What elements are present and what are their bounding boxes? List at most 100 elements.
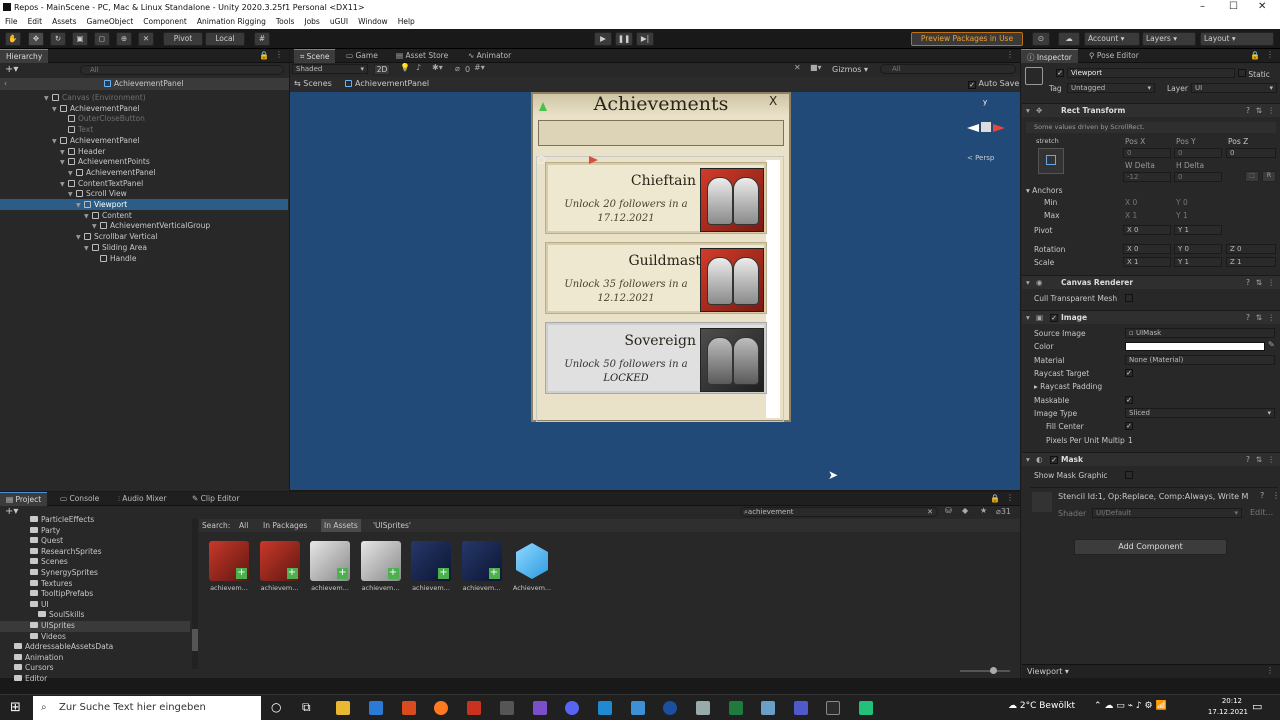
back-arrow-icon[interactable]: ‹ (4, 78, 7, 90)
hdelta-field[interactable]: 0 (1174, 172, 1222, 182)
file-explorer-icon[interactable] (336, 701, 350, 715)
image-header[interactable]: ▾ ▣ ✓ Image ? ⇅ ⋮ (1022, 310, 1280, 324)
folder-tree-scrollbar[interactable] (192, 519, 198, 669)
presets-icon[interactable]: ⇅ (1256, 276, 1262, 290)
presets-icon[interactable]: ⇅ (1256, 453, 1262, 467)
scene-search-input[interactable]: All (880, 64, 1016, 74)
close-icon[interactable]: ✕ (1258, 1, 1266, 12)
posx-field[interactable]: 0 (1123, 148, 1171, 158)
menu-window[interactable]: Window (353, 15, 393, 29)
achievement-panel[interactable]: Achievements X Chieftain Unlock 20 follo… (531, 92, 791, 422)
component-menu-icon[interactable]: ⋮ (1268, 453, 1276, 467)
scene-menu-icon[interactable]: ⋮ (1006, 50, 1014, 59)
footer-menu-icon[interactable]: ⋮ (1266, 666, 1274, 675)
custom-tool-icon[interactable]: ✕ (138, 32, 154, 46)
hierarchy-row[interactable]: ▼ Scroll View (0, 188, 288, 199)
component-menu-icon[interactable]: ⋮ (1268, 311, 1276, 325)
clock-date[interactable]: 17.12.2021 (1200, 708, 1248, 716)
hierarchy-row[interactable]: ▼ AchievementPanel (0, 167, 288, 178)
layout-dropdown[interactable]: Layout ▾ (1200, 32, 1274, 46)
wdelta-field[interactable]: -12 (1123, 172, 1171, 182)
inspector-lock-icon[interactable]: 🔒 (1250, 51, 1260, 60)
menu-ugui[interactable]: uGUI (325, 15, 353, 29)
hierarchy-row[interactable]: ▼ AchievementVerticalGroup (0, 220, 288, 231)
help-icon[interactable]: ? (1246, 453, 1250, 467)
rect-transform-header[interactable]: ▾ ✥ Rect Transform ? ⇅ ⋮ (1022, 103, 1280, 117)
project-folder-row[interactable]: UI (0, 600, 190, 611)
auto-save-toggle[interactable]: ✓ Auto Save (968, 79, 1019, 89)
static-checkbox[interactable] (1238, 69, 1246, 77)
scrollbar-vertical[interactable] (766, 160, 780, 418)
filter-all[interactable]: All (239, 519, 248, 532)
foldout-arrow-icon[interactable]: ▾ (1026, 311, 1030, 325)
hierarchy-row[interactable]: ▼ Header (0, 146, 288, 157)
foldout-arrow-icon[interactable]: ▾ (1026, 276, 1030, 290)
office-icon[interactable] (402, 701, 416, 715)
auto-save-checkbox[interactable]: ✓ (968, 81, 976, 89)
mask-header[interactable]: ▾ ◐ ✓ Mask ? ⇅ ⋮ (1022, 452, 1280, 466)
source-image-field[interactable]: ▫ UIMask (1125, 328, 1275, 338)
project-folder-row[interactable]: Animation (0, 653, 190, 664)
persp-label[interactable]: < Persp (967, 154, 994, 162)
audio-icon[interactable]: ♪ (416, 63, 421, 72)
camera-icon[interactable]: ■▾ (810, 63, 822, 72)
hierarchy-search-input[interactable]: All (80, 65, 284, 75)
inspector-menu-icon[interactable]: ⋮ (1266, 50, 1274, 59)
scene-view[interactable]: Achievements X Chieftain Unlock 20 follo… (290, 92, 1020, 490)
pause-button-icon[interactable]: ❚❚ (615, 32, 633, 46)
asset-item[interactable]: + achievem... (207, 541, 251, 597)
scale-y-field[interactable]: Y 1 (1174, 257, 1222, 267)
panel-menu-icon[interactable]: ⋮ (275, 50, 283, 59)
tab-inspector[interactable]: ⓘ Inspector (1021, 49, 1078, 63)
image-type-dropdown[interactable]: Sliced ▾ (1125, 408, 1275, 418)
hierarchy-row[interactable]: ▼ AchievementPanel (0, 103, 288, 114)
teams-icon[interactable] (794, 701, 808, 715)
ppu-value[interactable]: 1 (1128, 435, 1133, 446)
rotation-y-field[interactable]: Y 0 (1174, 244, 1222, 254)
help-icon[interactable]: ? (1246, 104, 1250, 118)
play-button-icon[interactable]: ▶ (594, 32, 612, 46)
notifications-icon[interactable]: ▭ (1252, 700, 1262, 713)
tab-scene[interactable]: ⌗ Scene (294, 49, 336, 63)
favorites-star-icon[interactable]: ★ (980, 506, 987, 515)
achievement-card-chieftain[interactable]: Chieftain Unlock 20 followers in a 17.12… (545, 162, 767, 234)
raw-edit-icon[interactable]: R (1262, 171, 1276, 182)
local-toggle[interactable]: Local (205, 32, 245, 46)
tab-console[interactable]: ▭ Console (54, 492, 105, 506)
rect-tool-icon[interactable]: ◻ (94, 32, 110, 46)
breadcrumb-leaf[interactable]: AchievementPanel (355, 79, 429, 88)
project-folder-row[interactable]: TooltipPrefabs (0, 589, 190, 600)
project-folder-row[interactable]: Cursors (0, 663, 190, 674)
menu-jobs[interactable]: Jobs (299, 15, 324, 29)
blueprint-mode-icon[interactable]: ⬚ (1245, 171, 1259, 182)
move-tool-icon[interactable]: ✥ (28, 32, 44, 46)
image-enabled-checkbox[interactable]: ✓ (1050, 314, 1058, 322)
maximize-icon[interactable]: ☐ (1229, 1, 1238, 12)
vscode-icon[interactable] (598, 701, 612, 715)
eyedropper-icon[interactable]: ✎ (1268, 340, 1275, 349)
project-folder-row[interactable]: SynergySprites (0, 568, 190, 579)
pivot-gizmo-icon[interactable] (537, 156, 545, 164)
tab-audio-mixer[interactable]: ⫶ Audio Mixer (112, 492, 172, 506)
hierarchy-row[interactable]: ▼ ContentTextPanel (0, 178, 288, 189)
add-component-button[interactable]: Add Component (1074, 539, 1227, 555)
shader-dropdown[interactable]: UI/Default ▾ (1092, 508, 1242, 518)
asset-item[interactable]: + achievem... (409, 541, 453, 597)
tab-asset-store[interactable]: ▤ Asset Store (390, 49, 454, 63)
anchor-min-x[interactable]: X 0 (1125, 197, 1137, 208)
settings-app-icon[interactable] (696, 701, 710, 715)
fill-center-checkbox[interactable]: ✓ (1125, 422, 1133, 430)
layers-dropdown[interactable]: Layers ▾ (1142, 32, 1196, 46)
maskable-checkbox[interactable]: ✓ (1125, 396, 1133, 404)
hand-tool-icon[interactable]: ✋ (5, 32, 21, 46)
static-toggle[interactable]: Static (1238, 69, 1270, 79)
project-folder-row[interactable]: AddressableAssetsData (0, 642, 190, 653)
prefab-breadcrumb[interactable]: ‹ AchievementPanel (0, 78, 289, 90)
project-folder-row[interactable]: Scenes (0, 557, 190, 568)
tab-project[interactable]: ▤ Project (0, 492, 48, 506)
menu-tools[interactable]: Tools (271, 15, 299, 29)
network-app-icon[interactable] (631, 701, 645, 715)
menu-animation-rigging[interactable]: Animation Rigging (192, 15, 271, 29)
collab-icon[interactable]: ⊙ (1032, 32, 1050, 46)
material-help-icon[interactable]: ? (1260, 491, 1264, 500)
